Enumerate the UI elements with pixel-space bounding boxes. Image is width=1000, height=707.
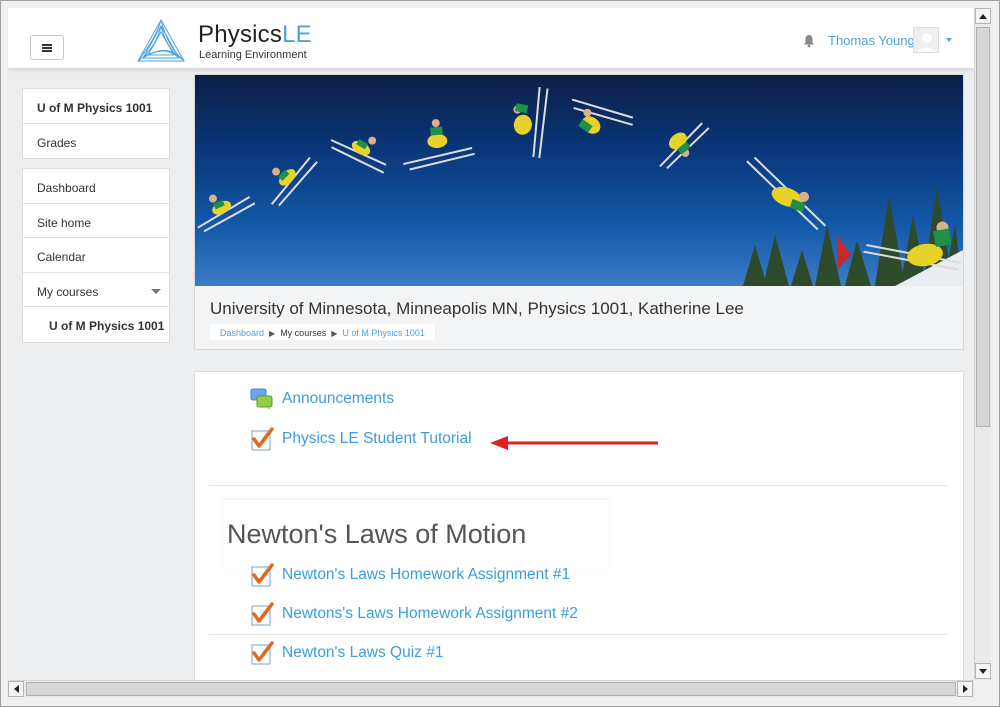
sidebar-item-current-course[interactable]: U of M Physics 1001 <box>23 307 169 342</box>
user-silhouette-icon <box>914 28 938 52</box>
course-header: University of Minnesota, Minneapolis MN,… <box>194 74 964 350</box>
activity-label: Physics LE Student Tutorial <box>282 430 472 447</box>
scrollbar-corner <box>974 680 991 697</box>
assignment-check-icon <box>251 602 274 626</box>
site-nav-block: Dashboard Site home Calendar My courses … <box>22 168 170 343</box>
vertical-scrollbar[interactable] <box>974 8 991 680</box>
site-logo[interactable]: PhysicsLE Learning Environment <box>136 18 312 63</box>
chevron-down-icon[interactable] <box>151 288 161 294</box>
arrow-left-icon <box>13 685 19 693</box>
nav-drawer: U of M Physics 1001 Grades Dashboard Sit… <box>8 68 185 680</box>
sidebar-item-course[interactable]: U of M Physics 1001 <box>23 89 169 124</box>
activity-homework-2[interactable]: Newtons's Laws Homework Assignment #2 <box>250 602 578 626</box>
hamburger-icon <box>42 43 52 52</box>
breadcrumb-current-course[interactable]: U of M Physics 1001 <box>342 328 425 338</box>
arrow-up-icon <box>979 13 987 19</box>
activity-label: Newton's Laws Quiz #1 <box>282 644 444 661</box>
course-nav-block: U of M Physics 1001 Grades <box>22 88 170 159</box>
breadcrumb-separator-icon: ▶ <box>331 328 338 338</box>
menu-toggle-button[interactable] <box>30 35 64 60</box>
course-banner-image <box>195 75 963 286</box>
scroll-left-button[interactable] <box>8 681 24 697</box>
course-content: Announcements Physics LE Student Tutoria… <box>194 371 964 680</box>
sidebar-item-label: My courses <box>37 284 99 299</box>
assignment-check-icon <box>251 563 274 587</box>
activity-quiz-1[interactable]: Newton's Laws Quiz #1 <box>250 641 443 665</box>
sidebar-item-calendar[interactable]: Calendar <box>23 238 169 273</box>
top-navbar: PhysicsLE Learning Environment Thomas Yo… <box>8 8 974 68</box>
scrollbar-thumb[interactable] <box>26 682 956 696</box>
section-divider <box>209 485 949 486</box>
arrow-down-icon <box>979 668 987 674</box>
section-divider <box>209 634 949 635</box>
scroll-up-button[interactable] <box>975 8 991 24</box>
forum-icon <box>250 388 273 410</box>
scrollbar-thumb[interactable] <box>976 27 990 427</box>
activity-label: Announcements <box>282 390 395 407</box>
arrow-right-icon <box>962 685 968 693</box>
sidebar-item-my-courses[interactable]: My courses <box>23 273 169 307</box>
assignment-check-icon <box>251 427 274 451</box>
activity-label: Newton's Laws Homework Assignment #1 <box>282 566 571 583</box>
scroll-right-button[interactable] <box>957 681 973 697</box>
bell-icon[interactable] <box>802 34 816 48</box>
activity-label: Newtons's Laws Homework Assignment #2 <box>282 605 578 622</box>
breadcrumb-my-courses: My courses <box>280 328 327 338</box>
section-heading: Newton's Laws of Motion <box>227 519 527 549</box>
page-title: University of Minnesota, Minneapolis MN,… <box>210 299 744 318</box>
brand-title: PhysicsLE <box>198 21 312 48</box>
brand-subtitle: Learning Environment <box>199 49 307 61</box>
page-viewport: PhysicsLE Learning Environment Thomas Yo… <box>8 8 974 680</box>
breadcrumb-dashboard[interactable]: Dashboard <box>220 328 264 338</box>
activity-announcements[interactable]: Announcements <box>250 387 394 411</box>
avatar[interactable] <box>913 27 939 53</box>
activity-homework-1[interactable]: Newton's Laws Homework Assignment #1 <box>250 563 570 587</box>
sidebar-item-site-home[interactable]: Site home <box>23 204 169 238</box>
annotation-arrow-icon <box>490 436 658 450</box>
scroll-down-button[interactable] <box>975 663 991 679</box>
breadcrumb: Dashboard ▶ My courses ▶ U of M Physics … <box>210 324 435 340</box>
skier-sequence-image <box>197 86 963 286</box>
browser-window: PhysicsLE Learning Environment Thomas Yo… <box>0 0 1000 707</box>
user-name[interactable]: Thomas Young <box>828 33 915 48</box>
breadcrumb-separator-icon: ▶ <box>269 328 276 338</box>
activity-student-tutorial[interactable]: Physics LE Student Tutorial <box>250 427 472 451</box>
sidebar-item-dashboard[interactable]: Dashboard <box>23 169 169 204</box>
sidebar-item-grades[interactable]: Grades <box>23 124 169 159</box>
horizontal-scrollbar[interactable] <box>8 680 974 697</box>
chevron-down-icon[interactable] <box>946 38 952 42</box>
logo-mark-icon <box>137 18 185 62</box>
assignment-check-icon <box>251 641 274 665</box>
